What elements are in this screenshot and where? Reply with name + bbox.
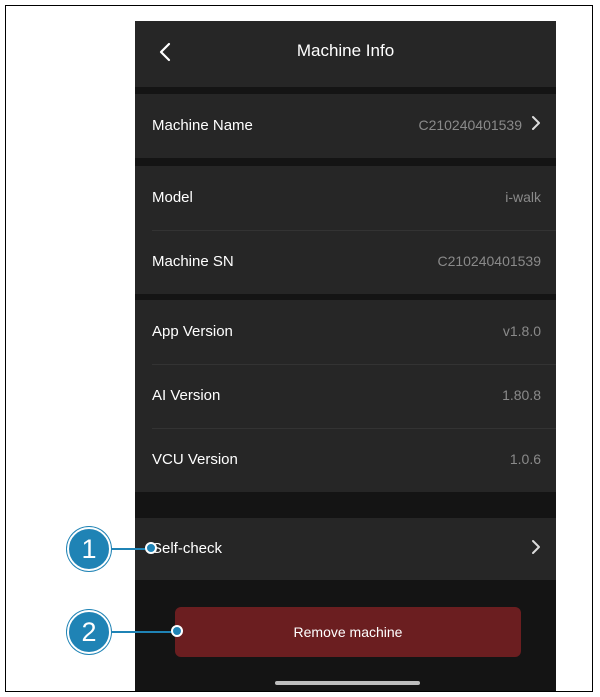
vcu-version-label: VCU Version bbox=[152, 451, 238, 468]
app-version-label: App Version bbox=[152, 323, 233, 340]
home-indicator[interactable] bbox=[275, 681, 420, 685]
machine-sn-value: C210240401539 bbox=[437, 253, 541, 269]
callout-2-badge: 2 bbox=[67, 610, 111, 654]
chevron-right-icon bbox=[531, 538, 541, 561]
chevron-right-icon bbox=[531, 114, 541, 137]
self-check-group: Self-check bbox=[135, 518, 556, 580]
model-row: Model i-walk bbox=[135, 166, 556, 230]
machine-sn-row: Machine SN C210240401539 bbox=[135, 230, 556, 294]
machine-name-value: C210240401539 bbox=[418, 117, 522, 133]
self-check-row[interactable]: Self-check bbox=[135, 518, 556, 580]
phone-screen: Machine Info Machine Name C210240401539 … bbox=[135, 21, 556, 691]
self-check-label: Self-check bbox=[152, 540, 223, 557]
identity-group: Model i-walk Machine SN C210240401539 bbox=[135, 166, 556, 294]
model-value: i-walk bbox=[505, 189, 541, 205]
callout-2-pointer bbox=[171, 625, 183, 637]
app-version-row: App Version v1.8.0 bbox=[135, 300, 556, 364]
machine-sn-label: Machine SN bbox=[152, 253, 234, 270]
vcu-version-row: VCU Version 1.0.6 bbox=[135, 428, 556, 492]
ai-version-value: 1.80.8 bbox=[502, 387, 541, 403]
machine-name-label: Machine Name bbox=[152, 117, 253, 134]
page-title: Machine Info bbox=[296, 41, 395, 60]
model-label: Model bbox=[152, 189, 193, 206]
callout-1-pointer bbox=[145, 542, 157, 554]
vcu-version-value: 1.0.6 bbox=[509, 451, 541, 467]
ai-version-label: AI Version bbox=[152, 387, 221, 404]
ai-version-row: AI Version 1.80.8 bbox=[135, 364, 556, 428]
machine-name-group: Machine Name C210240401539 bbox=[135, 94, 556, 158]
callout-2-leader bbox=[110, 631, 178, 633]
remove-machine-button[interactable]: Remove machine bbox=[175, 607, 521, 657]
versions-group: App Version v1.8.0 AI Version 1.80.8 VCU… bbox=[135, 300, 556, 492]
app-version-value: v1.8.0 bbox=[502, 323, 541, 339]
machine-name-row[interactable]: Machine Name C210240401539 bbox=[135, 94, 556, 158]
app-header: Machine Info bbox=[135, 21, 556, 87]
callout-1-badge: 1 bbox=[67, 527, 111, 571]
